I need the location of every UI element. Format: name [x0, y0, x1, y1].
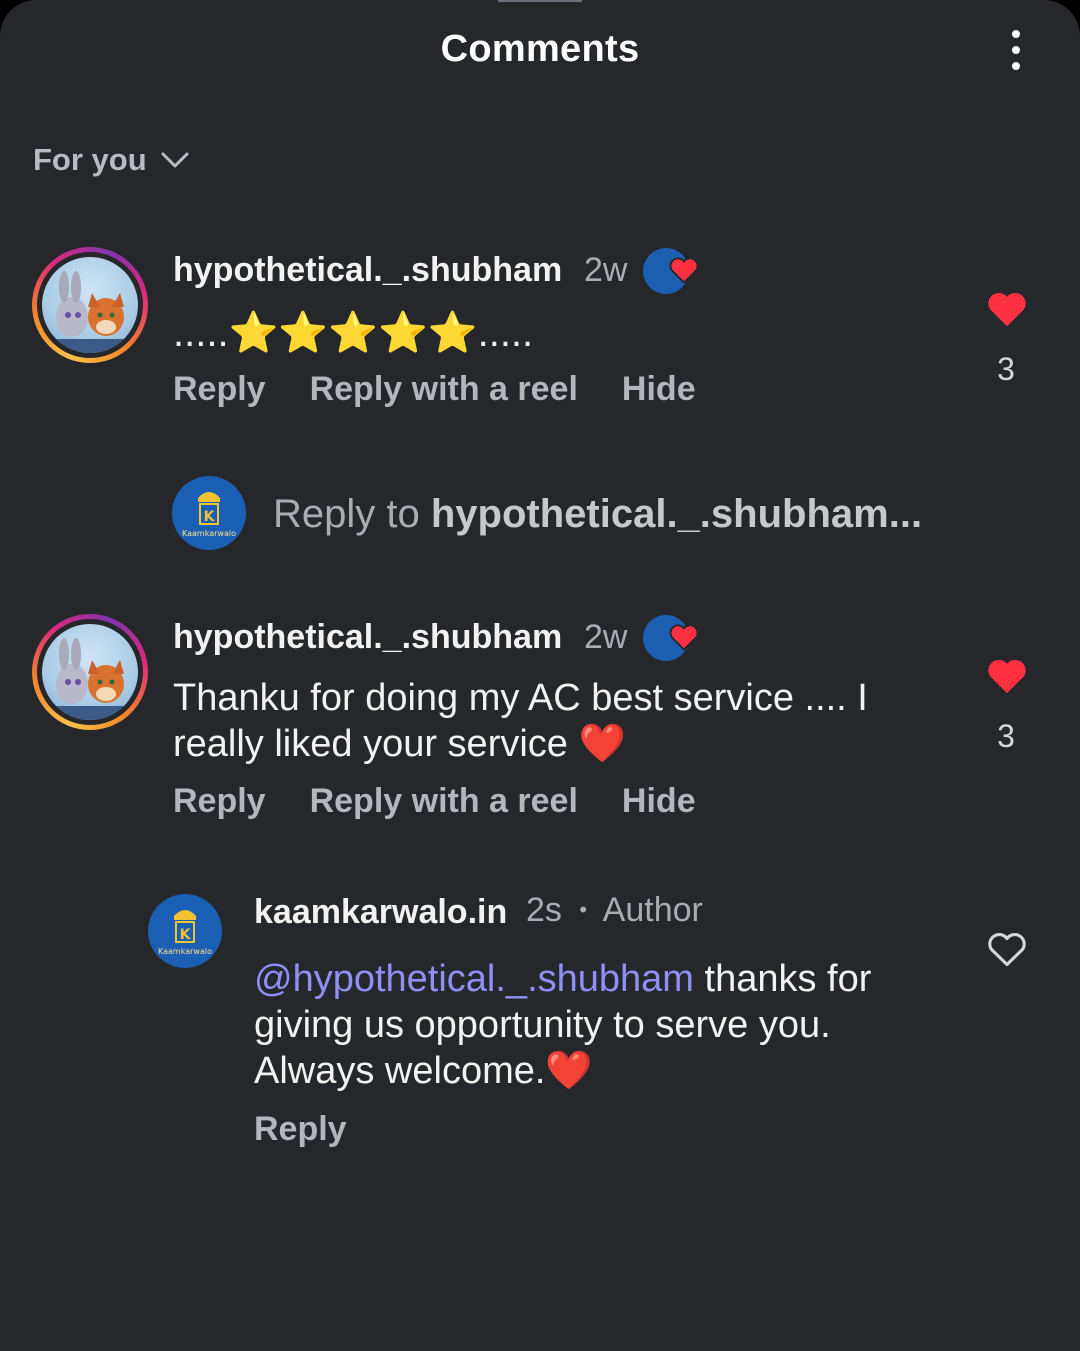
drag-handle[interactable]	[497, 0, 583, 2]
heart-outline-icon	[988, 933, 1026, 967]
heart-icon	[669, 257, 699, 284]
comment-time: 2w	[584, 618, 628, 656]
filter-label: For you	[33, 142, 147, 177]
reply-input-target: hypothetical._.shubham...	[430, 492, 923, 536]
heart-filled-icon	[988, 659, 1026, 694]
like-count: 3	[997, 351, 1015, 387]
comment-time: 2w	[584, 251, 628, 289]
avatar-image	[52, 638, 128, 720]
like-button[interactable]: 3	[986, 290, 1026, 388]
mention-link[interactable]: @hypothetical._.shubham	[254, 958, 694, 1000]
chevron-down-icon	[161, 152, 189, 168]
svg-text:K: K	[204, 509, 216, 525]
reply-username[interactable]: kaamkarwalo.in	[254, 893, 507, 932]
comment-username[interactable]: hypothetical._.shubham	[173, 251, 562, 290]
hide-button[interactable]: Hide	[622, 370, 696, 409]
meta-separator: •	[579, 897, 588, 922]
svg-text:K: K	[180, 927, 192, 943]
logo-graphic: K	[174, 910, 196, 943]
comment-username[interactable]: hypothetical._.shubham	[173, 618, 562, 657]
reply-time: 2s	[526, 891, 562, 929]
heart-icon	[669, 624, 699, 651]
reply-button[interactable]: Reply	[173, 370, 266, 409]
author-avatar[interactable]: K Kaamkarwalo	[148, 894, 222, 968]
comment-text: .....⭐⭐⭐⭐⭐.....	[173, 311, 534, 355]
user-avatar[interactable]	[32, 614, 148, 730]
liked-by-author-badge	[643, 248, 699, 294]
logo-graphic: K	[198, 492, 220, 525]
reply-meta: 2s • Author	[526, 891, 703, 930]
liked-by-author-badge	[643, 615, 699, 661]
logo-caption: Kaamkarwalo	[182, 529, 236, 538]
reply-input[interactable]: Reply to hypothetical._.shubham...	[273, 492, 922, 537]
like-button[interactable]	[986, 930, 1026, 973]
hide-button[interactable]: Hide	[622, 782, 696, 821]
kaamkarwalo-logo: K Kaamkarwalo	[172, 476, 246, 550]
reply-button[interactable]: Reply	[254, 1110, 347, 1149]
like-button[interactable]: 3	[986, 657, 1026, 755]
heart-filled-icon	[988, 292, 1026, 327]
reply-input-prefix: Reply to	[273, 492, 431, 536]
reply-button[interactable]: Reply	[173, 782, 266, 821]
comment-text: Thanku for doing my AC best service ....…	[173, 677, 868, 765]
avatar-image	[52, 271, 128, 353]
author-label: Author	[602, 891, 703, 929]
page-title: Comments	[440, 28, 640, 70]
reply-with-reel-button[interactable]: Reply with a reel	[310, 370, 578, 409]
more-vertical-icon[interactable]	[996, 30, 1036, 78]
user-avatar[interactable]	[32, 247, 148, 363]
reply-text: @hypothetical._.shubham thanks for givin…	[254, 956, 954, 1094]
comments-sheet: Comments For you hypothetical._.shubham …	[0, 0, 1080, 1351]
logo-caption: Kaamkarwalo	[158, 947, 212, 956]
like-count: 3	[997, 718, 1015, 754]
filter-dropdown[interactable]: For you	[33, 142, 189, 178]
reply-with-reel-button[interactable]: Reply with a reel	[310, 782, 578, 821]
